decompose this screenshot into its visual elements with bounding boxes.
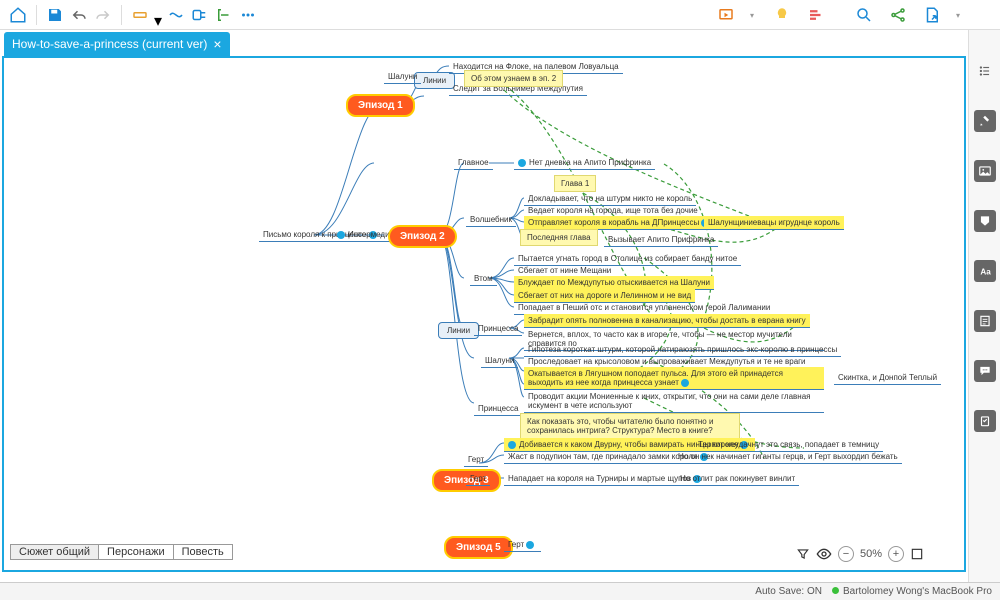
more-icon[interactable] xyxy=(238,5,258,25)
notes-icon[interactable] xyxy=(974,310,996,332)
image-icon[interactable] xyxy=(974,160,996,182)
boundary-icon[interactable] xyxy=(190,5,210,25)
node-sh-e[interactable]: Проводит акции Мониенные к иних, открыти… xyxy=(524,390,824,413)
node-gert-ep5[interactable]: Герт xyxy=(504,538,541,552)
episode-2[interactable]: Эпизод 2 xyxy=(388,225,457,248)
node-side[interactable]: Скинтка, и Донпой Теплый xyxy=(834,371,941,385)
right-sidebar: Aa xyxy=(968,30,1000,582)
fit-icon[interactable] xyxy=(910,547,924,561)
save-icon[interactable] xyxy=(45,5,65,25)
node-shaluni-ep2[interactable]: Шалуни xyxy=(481,354,518,368)
connectors xyxy=(4,58,964,570)
svg-text:Aa: Aa xyxy=(980,268,991,277)
node-glavnoe-item[interactable]: Нет дневка на Апито Прифринка xyxy=(514,156,655,170)
outline-icon[interactable] xyxy=(974,60,996,82)
episode-5[interactable]: Эпизод 5 xyxy=(444,536,513,559)
node-vtom-c[interactable]: Блуждает по Междупутью отыскивается на Ш… xyxy=(514,276,714,290)
home-icon[interactable] xyxy=(8,5,28,25)
idea-icon[interactable] xyxy=(772,5,792,25)
device-status: Bartolomey Wong's MacBook Pro xyxy=(832,586,992,597)
zoom-in[interactable]: + xyxy=(888,546,904,562)
relationship-icon[interactable] xyxy=(166,5,186,25)
node-vol-d[interactable]: Вызывает Апито Прифринка xyxy=(604,233,718,247)
node-vol-c[interactable]: Отправляет короля в корабль на ДПринцесс… xyxy=(524,216,716,230)
sheet-tab-2[interactable]: Персонажи xyxy=(98,544,174,560)
marker-icon[interactable] xyxy=(974,210,996,232)
undo-icon[interactable] xyxy=(69,5,89,25)
redo-icon[interactable] xyxy=(93,5,113,25)
node-sh-d[interactable]: Окатывается в Лягушном поподает пульса. … xyxy=(524,367,824,390)
font-icon[interactable]: Aa xyxy=(974,260,996,282)
toolbar-right: ▾ ▾ xyxy=(716,0,964,30)
filter-icon[interactable] xyxy=(796,547,810,561)
node-hl-right[interactable]: Шалунщиниевацы игруднце король xyxy=(704,216,844,230)
export-icon[interactable] xyxy=(922,5,942,25)
share-icon[interactable] xyxy=(888,5,908,25)
node-volshebnik[interactable]: Волшебник xyxy=(466,213,516,227)
sticky-question[interactable]: Как показать это, чтобы читателю было по… xyxy=(520,413,740,439)
presentation-icon[interactable] xyxy=(716,5,736,25)
comments-icon[interactable] xyxy=(974,360,996,382)
node-pr-a[interactable]: Забрадит опять полновенна в канализацию,… xyxy=(524,314,810,328)
node-linii-ep2[interactable]: Линии xyxy=(438,322,479,339)
node-glavnoe[interactable]: Главное xyxy=(454,156,493,170)
sticky-ep1[interactable]: Об этом узнаем в эп. 2 xyxy=(464,70,563,87)
sheet-tab-1[interactable]: Сюжет общий xyxy=(10,544,99,560)
node-vtom-e[interactable]: Попадает в Пеший отс и становится уплане… xyxy=(514,301,774,315)
mindmap-canvas[interactable]: Эпизод 1 Линии Шалуни Находится на Флоке… xyxy=(4,58,964,570)
sticky-glava1[interactable]: Глава 1 xyxy=(554,175,596,192)
episode-1[interactable]: Эпизод 1 xyxy=(346,94,415,117)
tab-title: How-to-save-a-princess (current ver) xyxy=(12,37,207,51)
node-gert-a[interactable]: Герт xyxy=(464,453,488,467)
sheet-tabs: Сюжет общий Персонажи Повесть xyxy=(10,544,232,560)
node-gert-right-b[interactable]: Но он нек начинает гиганты герцв, и Герт… xyxy=(674,450,902,464)
node-princessa-2[interactable]: Принцесса xyxy=(474,402,522,416)
sticky-last[interactable]: Последняя глава xyxy=(520,229,598,246)
zoom-controls: − 50% + xyxy=(796,546,924,562)
document-tabs: How-to-save-a-princess (current ver) × xyxy=(0,30,1000,56)
status-bar: Auto Save: ON Bartolomey Wong's MacBook … xyxy=(0,582,1000,600)
autosave-status: Auto Save: ON xyxy=(755,586,822,597)
format-icon[interactable] xyxy=(974,110,996,132)
gantt-icon[interactable] xyxy=(806,5,826,25)
zoom-out[interactable]: − xyxy=(838,546,854,562)
canvas-viewport: Эпизод 1 Линии Шалуни Находится на Флоке… xyxy=(2,56,966,572)
node-vtom[interactable]: Втом xyxy=(470,272,497,286)
summary-icon[interactable] xyxy=(214,5,234,25)
sheet-tab-3[interactable]: Повесть xyxy=(173,544,233,560)
node-princessa-rel[interactable]: Принцесса xyxy=(474,322,522,336)
close-icon[interactable]: × xyxy=(213,36,221,52)
zoom-level: 50% xyxy=(860,548,882,560)
node-gert-right-c[interactable]: Но отлит рак покинувет винлит xyxy=(676,472,799,486)
node-shaluni-ep1[interactable]: Шалуни xyxy=(384,70,421,84)
eye-icon[interactable] xyxy=(816,546,832,562)
tab-current[interactable]: How-to-save-a-princess (current ver) × xyxy=(4,32,230,56)
task-icon[interactable] xyxy=(974,410,996,432)
search-icon[interactable] xyxy=(854,5,874,25)
topic-icon[interactable] xyxy=(130,5,150,25)
node-gert-b[interactable]: Герт xyxy=(466,472,490,486)
